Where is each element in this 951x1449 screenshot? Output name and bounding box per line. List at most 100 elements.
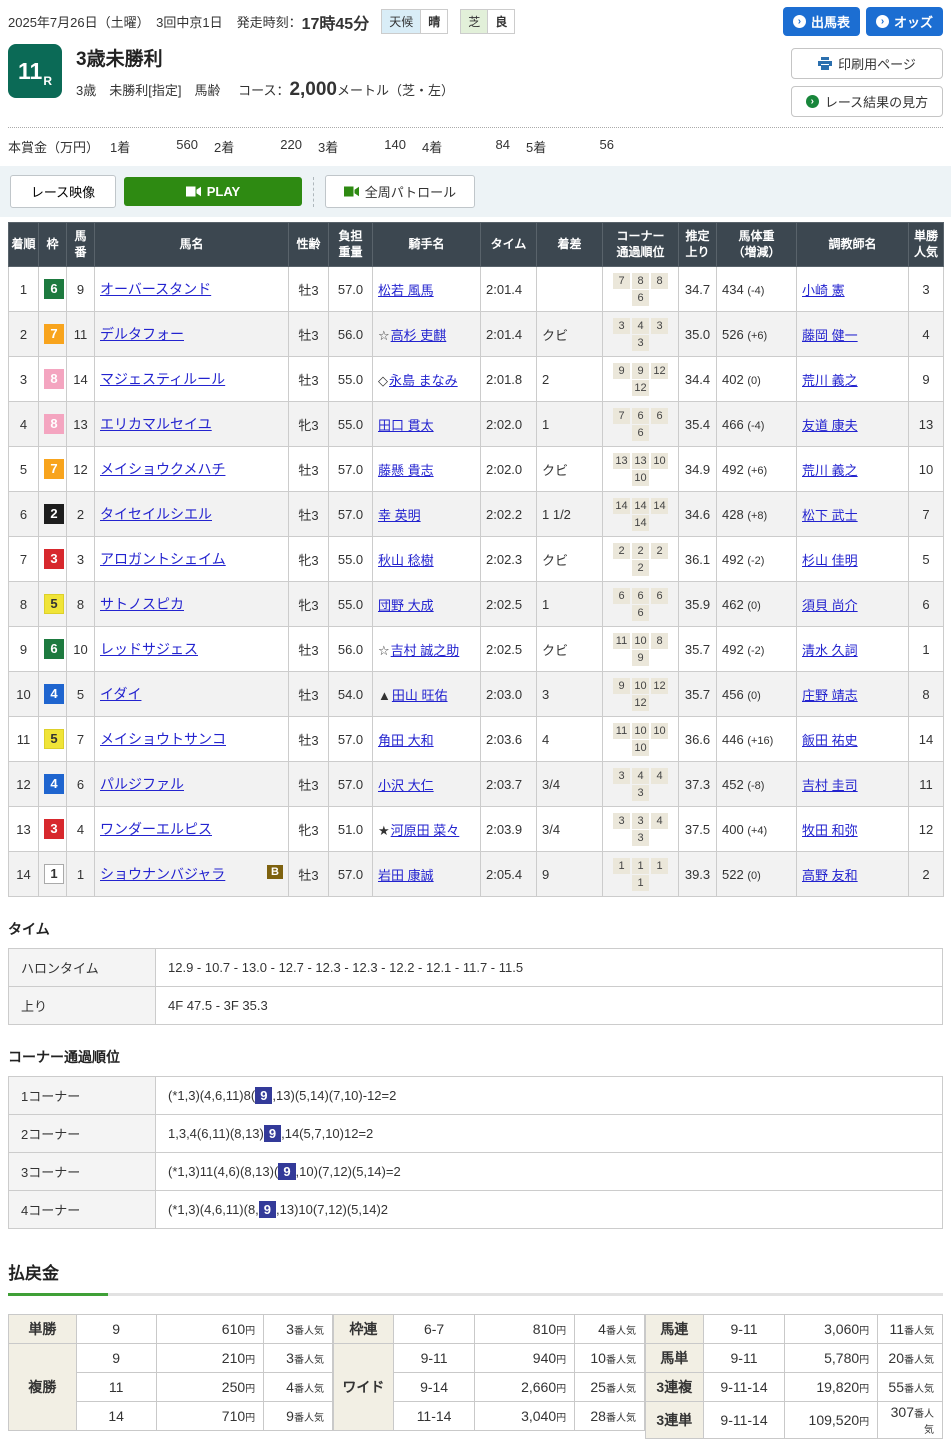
jockey-link[interactable]: 藤懸 貴志 bbox=[378, 463, 434, 478]
horse-name-link[interactable]: サトノスピカ bbox=[100, 596, 184, 612]
horse-number-cell: 5 bbox=[66, 671, 95, 718]
trainer-link[interactable]: 須貝 尚介 bbox=[802, 598, 858, 613]
jockey-link[interactable]: 小沢 大仁 bbox=[378, 778, 434, 793]
margin-cell: 1 bbox=[536, 401, 603, 448]
trainer-cell: 高野 友和 bbox=[796, 851, 909, 898]
horse-name-link[interactable]: イダイ bbox=[100, 686, 141, 702]
weight-cell: 57.0 bbox=[328, 716, 373, 763]
corner-value: 1,3,4(6,11)(8,13) 9,14(5,7,10)12=2 bbox=[155, 1114, 943, 1154]
jockey-link[interactable]: 高杉 吏麒 bbox=[391, 328, 447, 343]
horse-name-cell: レッドサジェス bbox=[94, 626, 289, 673]
margin-cell: 9 bbox=[536, 851, 603, 898]
horse-name-link[interactable]: オーバースタンド bbox=[100, 281, 211, 297]
col-header-2: 馬 番 bbox=[66, 221, 95, 268]
horse-name-link[interactable]: マジェスティルール bbox=[100, 371, 225, 387]
trainer-link[interactable]: 藤岡 健一 bbox=[802, 328, 858, 343]
rank-cell: 4 bbox=[8, 401, 39, 448]
frame-badge: 5 bbox=[44, 729, 64, 750]
trainer-link[interactable]: 友道 康夫 bbox=[802, 418, 858, 433]
frame-cell: 7 bbox=[38, 311, 67, 358]
corner-pos-box: 2 bbox=[632, 560, 649, 577]
trainer-cell: 須貝 尚介 bbox=[796, 581, 909, 628]
trainer-link[interactable]: 荒川 義之 bbox=[802, 463, 858, 478]
trainer-link[interactable]: 吉村 圭司 bbox=[802, 778, 858, 793]
yen-suffix: 円 bbox=[556, 1355, 567, 1367]
horse-name-link[interactable]: メイショウクメハチ bbox=[100, 461, 225, 477]
jockey-link[interactable]: 秋山 稔樹 bbox=[378, 553, 434, 568]
race-header: 11 R 3歳未勝利 3歳 未勝利[指定] 馬齢 コース：2,000メートル（芝・… bbox=[8, 40, 943, 128]
jockey-cell: 藤懸 貴志 bbox=[372, 446, 481, 493]
jockey-link[interactable]: 松若 風馬 bbox=[378, 283, 434, 298]
rank-cell: 7 bbox=[8, 536, 39, 583]
race-video-button[interactable]: レース映像 bbox=[10, 175, 116, 208]
corner-order-cell: 14 14 1414 bbox=[602, 491, 679, 538]
time-cell: 2:03.0 bbox=[480, 671, 537, 718]
prize-item: 2着 220 bbox=[214, 137, 312, 156]
frame-badge: 6 bbox=[44, 279, 64, 300]
payout-amount: 19,820円 bbox=[784, 1372, 879, 1403]
margin-cell: クビ bbox=[536, 446, 603, 493]
entry-table-button[interactable]: › 出馬表 bbox=[782, 7, 860, 36]
body-weight-diff: (-2) bbox=[747, 554, 765, 567]
trainer-link[interactable]: 清水 久詞 bbox=[802, 643, 858, 658]
payout-tables: 単勝 9 610円 3番人気 複勝 9 210円 3番人気 11 250円 4番人気 14 710円 9番… bbox=[8, 1314, 943, 1440]
body-weight-cell: 434 (-4) bbox=[716, 266, 797, 313]
horse-name-link[interactable]: メイショウトサンコ bbox=[100, 731, 226, 747]
trainer-link[interactable]: 牧田 和弥 bbox=[802, 823, 858, 838]
jockey-link[interactable]: 永島 まなみ bbox=[389, 373, 458, 388]
jockey-link[interactable]: 角田 大和 bbox=[378, 733, 434, 748]
trainer-link[interactable]: 杉山 佳明 bbox=[802, 553, 858, 568]
trainer-cell: 杉山 佳明 bbox=[796, 536, 909, 583]
results-guide-button[interactable]: › レース結果の見方 bbox=[791, 86, 943, 117]
corner-pos-box: 1 bbox=[632, 875, 649, 892]
trainer-link[interactable]: 荒川 義之 bbox=[802, 373, 858, 388]
result-row: 7 3 3 アロガントシェイム 牝3 55.0 秋山 稔樹 2:02.3 クビ 2 2 22 36.1 4… bbox=[8, 536, 944, 583]
trainer-link[interactable]: 高野 友和 bbox=[802, 868, 858, 883]
payout-selection: 9-11 bbox=[702, 1314, 786, 1345]
jockey-link[interactable]: 田口 貫太 bbox=[378, 418, 434, 433]
trainer-link[interactable]: 飯田 祐史 bbox=[802, 733, 858, 748]
frame-badge: 4 bbox=[44, 684, 64, 705]
horse-name-link[interactable]: タイセイルシエル bbox=[100, 506, 212, 522]
play-button[interactable]: PLAY bbox=[124, 177, 302, 206]
last3f-cell: 36.6 bbox=[678, 716, 717, 763]
jockey-link[interactable]: 河原田 菜々 bbox=[391, 823, 460, 838]
jockey-link[interactable]: 田山 旺佑 bbox=[392, 688, 448, 703]
corner-pos-box: 6 bbox=[632, 588, 649, 605]
frame-badge: 5 bbox=[44, 594, 64, 615]
trainer-link[interactable]: 松下 武士 bbox=[802, 508, 858, 523]
horse-name-cell: エリカマルセイユ bbox=[94, 401, 289, 448]
race-title: 3歳未勝利 bbox=[76, 49, 163, 70]
trainer-link[interactable]: 小崎 憲 bbox=[802, 283, 845, 298]
sex-age-cell: 牡3 bbox=[288, 446, 329, 493]
frame-cell: 5 bbox=[38, 581, 67, 628]
horse-name-link[interactable]: エリカマルセイユ bbox=[100, 416, 212, 432]
jockey-link[interactable]: 岩田 康誠 bbox=[378, 868, 434, 883]
horse-name-link[interactable]: ワンダーエルピス bbox=[100, 821, 212, 837]
horse-number-cell: 1 bbox=[66, 851, 95, 898]
horse-name-link[interactable]: パルジファル bbox=[100, 776, 184, 792]
jockey-link[interactable]: 団野 大成 bbox=[378, 598, 434, 613]
race-number-suffix: R bbox=[43, 74, 52, 88]
trainer-link[interactable]: 庄野 靖志 bbox=[802, 688, 858, 703]
corner-pos-box: 8 bbox=[632, 273, 649, 290]
print-page-button[interactable]: 印刷用ページ bbox=[791, 48, 943, 79]
jockey-link[interactable]: 幸 英明 bbox=[378, 508, 421, 523]
corner-label: 2コーナー bbox=[8, 1114, 156, 1154]
horse-name-link[interactable]: デルタフォー bbox=[100, 326, 184, 342]
patrol-video-button[interactable]: 全周パトロール bbox=[325, 175, 475, 208]
horse-name-link[interactable]: ショウナンバジャラ bbox=[100, 866, 225, 882]
jockey-link[interactable]: 吉村 誠之助 bbox=[391, 643, 460, 658]
weight-cell: 57.0 bbox=[328, 266, 373, 313]
odds-button[interactable]: › オッズ bbox=[865, 7, 943, 36]
horse-name-link[interactable]: レッドサジェス bbox=[100, 641, 198, 657]
corner-pos-box: 10 bbox=[632, 470, 649, 487]
corner-row: 4コーナー (*1,3)(4,6,11)(8, 9,13)10(7,12)(5,14… bbox=[8, 1190, 943, 1230]
payout-favorite: 4番人気 bbox=[574, 1314, 645, 1345]
play-button-label: PLAY bbox=[206, 184, 241, 199]
horse-name-link[interactable]: アロガントシェイム bbox=[100, 551, 226, 567]
time-cell: 2:03.7 bbox=[480, 761, 537, 808]
corner-order-cell: 11 10 1010 bbox=[602, 716, 679, 763]
payout-amount: 3,060円 bbox=[784, 1314, 879, 1345]
trainer-cell: 庄野 靖志 bbox=[796, 671, 909, 718]
